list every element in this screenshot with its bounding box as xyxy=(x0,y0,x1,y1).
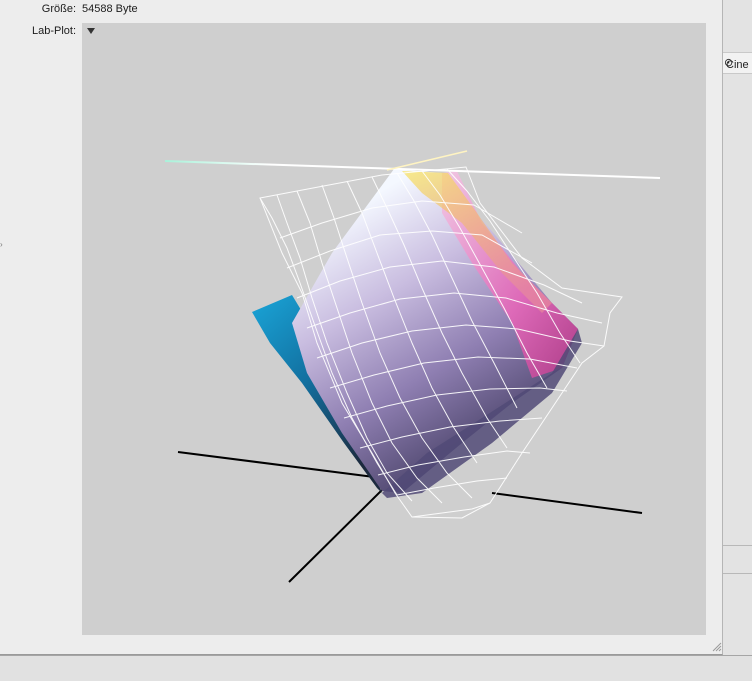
plot-options-popup[interactable] xyxy=(82,23,100,39)
background-window-option[interactable]: ⊙ Cine xyxy=(722,52,752,74)
size-label: Größe: xyxy=(41,3,76,15)
lab-plot-label: Lab-Plot: xyxy=(31,25,76,37)
size-value: 54588 Byte xyxy=(82,3,138,15)
lab-gamut-3d-plot[interactable] xyxy=(82,23,706,635)
background-divider xyxy=(722,545,752,546)
window-edge-marker: › xyxy=(0,240,3,249)
background-divider xyxy=(722,573,752,574)
gamut-solid xyxy=(252,169,582,498)
axis-a-negative xyxy=(177,451,383,479)
axis-top-yellow xyxy=(386,150,468,171)
background-option-label: ⊙ Cine xyxy=(724,57,749,71)
background-window-edge xyxy=(723,0,752,680)
background-window-bottom xyxy=(0,655,752,681)
axis-a-positive xyxy=(491,492,643,514)
profile-info-window: Größe: 54588 Byte Lab-Plot: xyxy=(0,0,723,655)
triangle-down-icon xyxy=(87,28,95,34)
lab-plot-view[interactable] xyxy=(82,23,706,635)
axis-b xyxy=(288,489,383,583)
axis-top-left xyxy=(164,160,401,170)
resize-grip-icon[interactable] xyxy=(712,642,722,652)
